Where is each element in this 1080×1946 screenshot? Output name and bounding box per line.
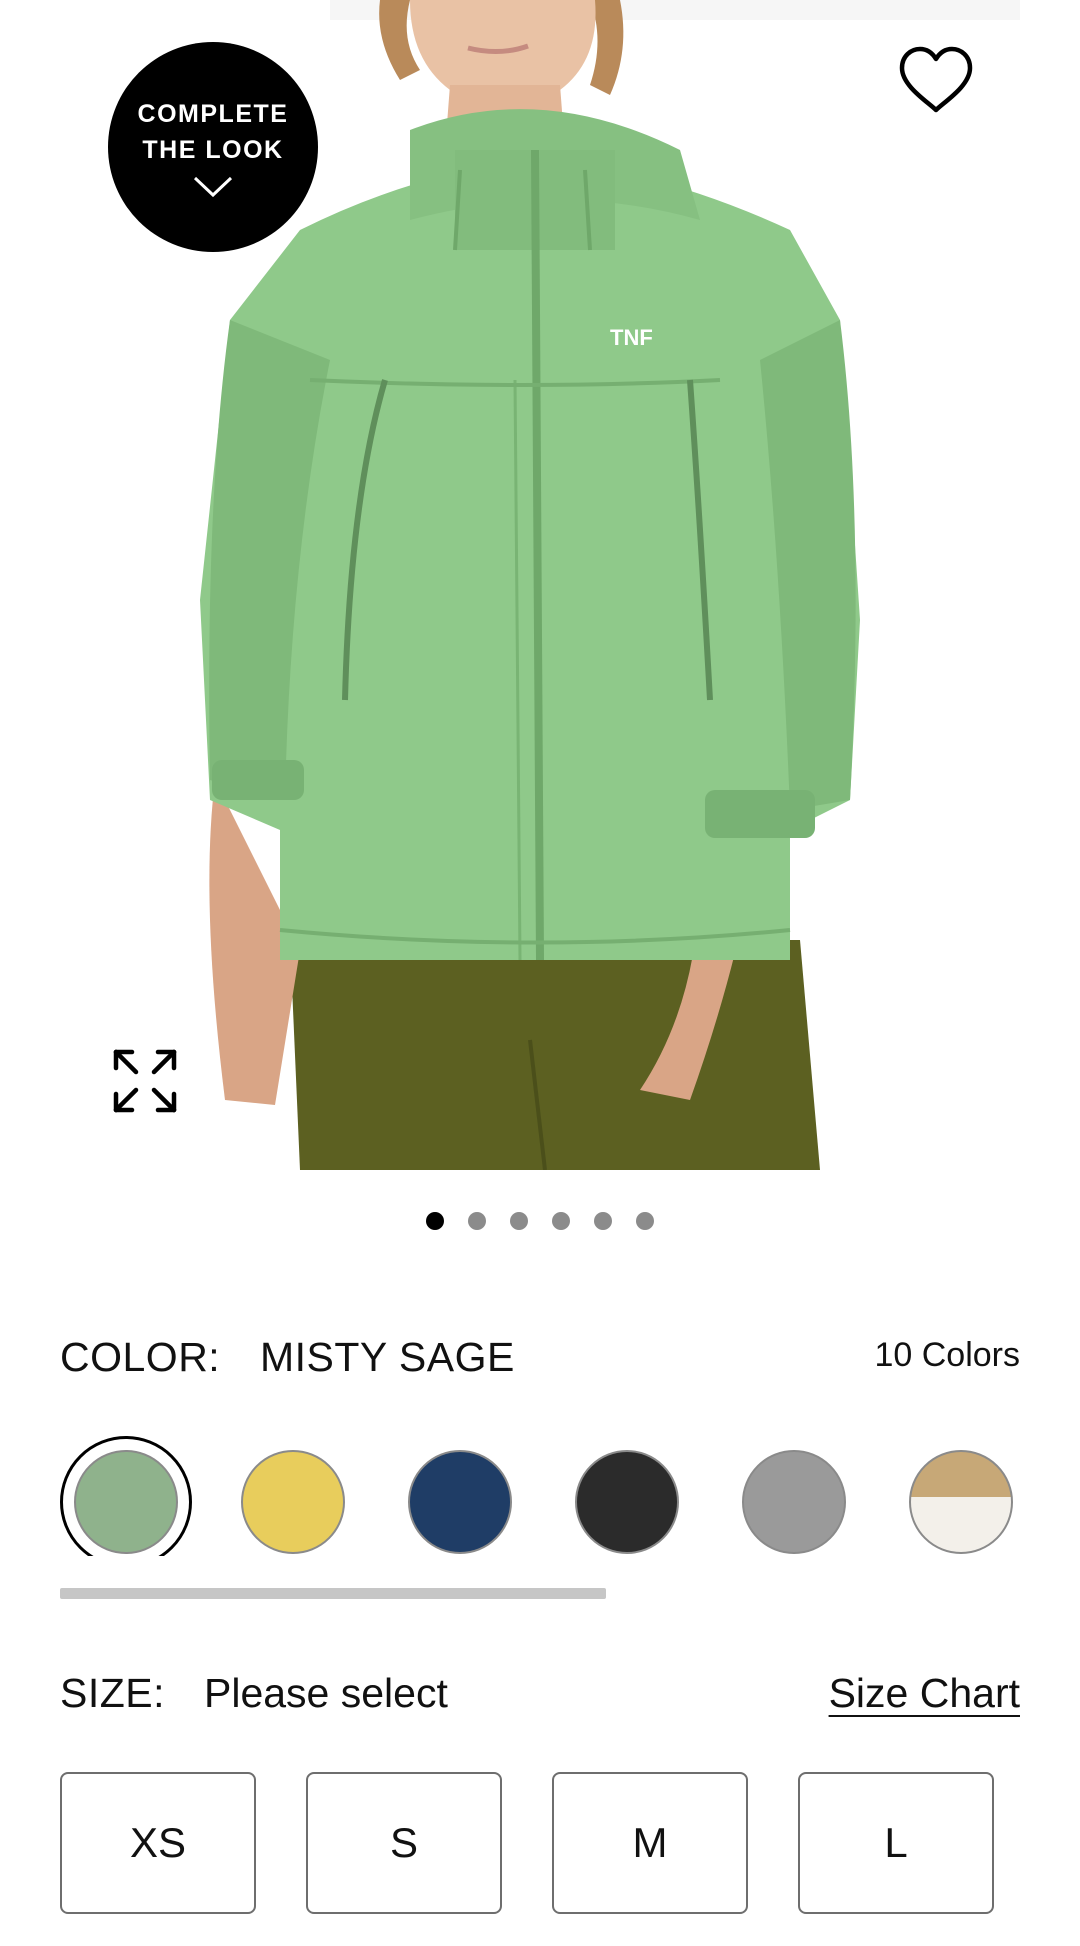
- expand-arrows-icon[interactable]: [112, 1048, 178, 1114]
- swatch-yellow: [241, 1450, 345, 1554]
- complete-the-look-button[interactable]: COMPLETE THE LOOK: [108, 42, 318, 252]
- badge-line-1: COMPLETE: [137, 100, 289, 128]
- pagination-dot[interactable]: [636, 1212, 654, 1230]
- size-options: XS S M L: [60, 1772, 994, 1914]
- svg-text:TNF: TNF: [610, 325, 653, 350]
- color-label: COLOR:: [60, 1334, 221, 1380]
- swatch-scrollbar[interactable]: [60, 1588, 606, 1599]
- color-swatch[interactable]: [561, 1436, 693, 1556]
- color-count: 10 Colors: [874, 1336, 1020, 1374]
- size-chart-link[interactable]: Size Chart: [829, 1670, 1020, 1717]
- size-selection-text: Please select: [204, 1670, 448, 1716]
- product-image-gallery[interactable]: TNF COMPLETE THE LOOK: [0, 0, 1080, 1170]
- swatch-black: [575, 1450, 679, 1554]
- color-swatch[interactable]: [728, 1436, 860, 1556]
- chevron-down-icon: [193, 176, 233, 198]
- swatch-navy: [408, 1450, 512, 1554]
- pagination-dot[interactable]: [510, 1212, 528, 1230]
- color-swatch-list[interactable]: [60, 1436, 1015, 1556]
- color-swatch[interactable]: [60, 1436, 192, 1556]
- size-option-xs[interactable]: XS: [60, 1772, 256, 1914]
- pagination-dot[interactable]: [468, 1212, 486, 1230]
- size-label: SIZE:: [60, 1670, 166, 1716]
- pagination-dot[interactable]: [552, 1212, 570, 1230]
- swatch-grey: [742, 1450, 846, 1554]
- color-swatch[interactable]: [895, 1436, 1015, 1556]
- image-pagination: [0, 1212, 1080, 1230]
- size-option-m[interactable]: M: [552, 1772, 748, 1914]
- pagination-dot[interactable]: [594, 1212, 612, 1230]
- color-header: COLOR: MISTY SAGE 10 Colors: [60, 1328, 1020, 1388]
- color-swatch[interactable]: [394, 1436, 526, 1556]
- size-header: SIZE: Please select Size Chart: [60, 1664, 1020, 1724]
- size-option-s[interactable]: S: [306, 1772, 502, 1914]
- color-swatch[interactable]: [227, 1436, 359, 1556]
- swatch-tan-white: [909, 1450, 1013, 1554]
- swatch-misty-sage: [74, 1450, 178, 1554]
- size-option-l[interactable]: L: [798, 1772, 994, 1914]
- badge-line-2: THE LOOK: [142, 136, 284, 164]
- pagination-dot[interactable]: [426, 1212, 444, 1230]
- selected-color-name: MISTY SAGE: [260, 1334, 515, 1380]
- heart-outline-icon[interactable]: [898, 46, 974, 116]
